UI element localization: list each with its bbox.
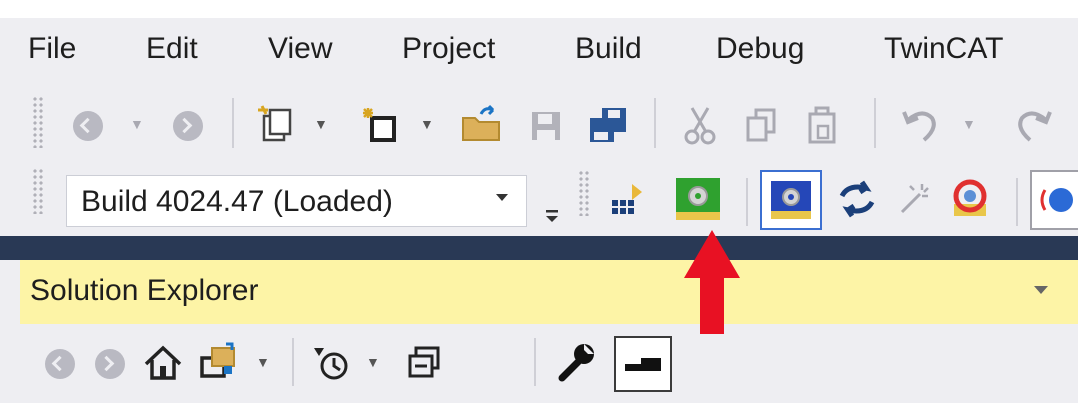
window-position-menu-icon[interactable]: [1034, 286, 1048, 294]
menu-twincat[interactable]: TwinCAT: [884, 32, 1003, 66]
standard-toolbar: ▼ ▼ ▼ ▼: [0, 84, 1078, 164]
undo-dropdown-icon[interactable]: ▼: [962, 116, 976, 132]
preview-selected-icon[interactable]: [614, 336, 672, 392]
copy-icon[interactable]: [740, 102, 784, 148]
add-target-icon[interactable]: [604, 176, 652, 222]
scan-wand-icon[interactable]: [890, 176, 936, 222]
restart-twincat-config-icon[interactable]: [760, 170, 822, 230]
solution-explorer-title: Solution Explorer: [30, 274, 259, 307]
configuration-value: Build 4024.47 (Loaded): [81, 185, 393, 218]
toolbar-separator: [654, 98, 656, 148]
menu-bar: File Edit View Project Build Debug TwinC…: [0, 18, 1078, 82]
toggle-free-run-icon[interactable]: [946, 174, 994, 222]
toolbar-grip[interactable]: [578, 170, 590, 216]
activate-configuration-icon[interactable]: [670, 172, 726, 226]
add-item-icon[interactable]: [358, 102, 402, 148]
navigate-forward-icon[interactable]: [170, 108, 206, 144]
toolbar-separator: [534, 338, 536, 386]
switch-views-icon[interactable]: [196, 338, 244, 386]
toolbar-separator: [292, 338, 294, 386]
home-icon[interactable]: [140, 340, 186, 386]
navigate-back-icon[interactable]: [70, 108, 106, 144]
customize-icon[interactable]: [540, 190, 564, 224]
toolbar-grip[interactable]: [32, 96, 44, 148]
menu-file[interactable]: File: [28, 32, 76, 66]
pending-changes-icon[interactable]: [308, 338, 356, 386]
toolbar-separator: [746, 178, 748, 226]
new-project-icon[interactable]: [254, 102, 298, 148]
menu-edit[interactable]: Edit: [146, 32, 198, 66]
toolbar-separator: [232, 98, 234, 148]
forward-icon[interactable]: [92, 346, 128, 382]
new-project-dropdown-icon[interactable]: ▼: [314, 116, 328, 132]
cut-icon[interactable]: [678, 102, 722, 148]
menu-project[interactable]: Project: [402, 32, 495, 66]
solution-explorer-toolbar: ▼ ▼: [20, 324, 1078, 403]
redo-icon[interactable]: [1010, 102, 1056, 148]
properties-wrench-icon[interactable]: [552, 338, 600, 386]
chevron-down-icon: [496, 194, 508, 201]
save-icon[interactable]: [526, 106, 566, 146]
menu-build[interactable]: Build: [575, 32, 642, 66]
red-annotation-arrow-icon: [684, 230, 740, 334]
solution-explorer-header[interactable]: Solution Explorer: [20, 260, 1078, 324]
collapse-all-icon[interactable]: [400, 338, 448, 386]
left-dock-edge: [0, 260, 20, 403]
menu-view[interactable]: View: [268, 32, 332, 66]
back-icon[interactable]: [42, 346, 78, 382]
toolbar-grip[interactable]: [32, 168, 44, 214]
open-folder-icon[interactable]: [458, 102, 506, 148]
document-tab-well: [0, 236, 1078, 260]
configuration-dropdown[interactable]: Build 4024.47 (Loaded): [66, 175, 527, 227]
menu-debug[interactable]: Debug: [716, 32, 804, 66]
switch-views-dropdown-icon[interactable]: ▼: [256, 354, 270, 370]
toolbar-separator: [1016, 178, 1018, 226]
pending-changes-dropdown-icon[interactable]: ▼: [366, 354, 380, 370]
reload-devices-icon[interactable]: [834, 176, 880, 222]
window-top-edge: [0, 0, 1078, 18]
show-sub-items-icon[interactable]: [1030, 170, 1078, 230]
back-dropdown-icon[interactable]: ▼: [130, 116, 144, 132]
add-item-dropdown-icon[interactable]: ▼: [420, 116, 434, 132]
undo-icon[interactable]: [898, 102, 944, 148]
toolbar-separator: [874, 98, 876, 148]
paste-icon[interactable]: [800, 102, 844, 148]
save-all-icon[interactable]: [584, 102, 632, 148]
